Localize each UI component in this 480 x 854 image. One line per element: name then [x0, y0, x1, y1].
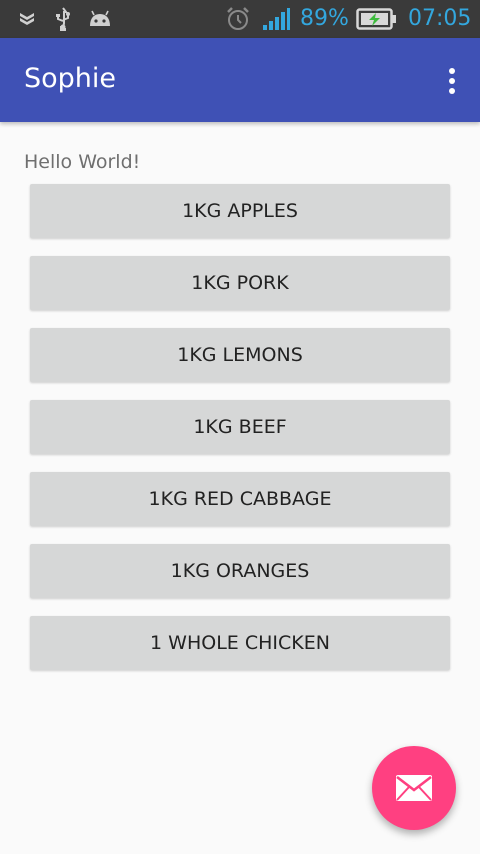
- signal-icon: [262, 7, 290, 35]
- button-beef[interactable]: 1KG BEEF: [30, 400, 450, 454]
- status-bar: 89% 07:05: [0, 0, 480, 38]
- button-red-cabbage[interactable]: 1KG RED CABBAGE: [30, 472, 450, 526]
- button-apples[interactable]: 1KG APPLES: [30, 184, 450, 238]
- android-debug-icon: [88, 10, 112, 32]
- button-oranges[interactable]: 1KG ORANGES: [30, 544, 450, 598]
- button-whole-chicken[interactable]: 1 WHOLE CHICKEN: [30, 616, 450, 670]
- battery-charging-icon: [356, 8, 398, 34]
- more-vert-icon[interactable]: [446, 66, 458, 96]
- app-bar: Sophie: [0, 38, 480, 122]
- alarm-icon: [225, 6, 251, 36]
- button-pork[interactable]: 1KG PORK: [30, 256, 450, 310]
- usb-icon: [55, 7, 71, 35]
- notification-shield-icon: [18, 10, 36, 32]
- mail-icon: [395, 774, 433, 802]
- mail-fab-button[interactable]: [372, 746, 456, 830]
- hello-text: Hello World!: [24, 151, 141, 173]
- status-time: 07:05: [408, 6, 472, 31]
- button-lemons[interactable]: 1KG LEMONS: [30, 328, 450, 382]
- app-screen: 89% 07:05 Sophie Hello World! 1KG APPLES…: [0, 0, 480, 854]
- app-title: Sophie: [24, 63, 117, 94]
- battery-percent: 89%: [300, 6, 349, 31]
